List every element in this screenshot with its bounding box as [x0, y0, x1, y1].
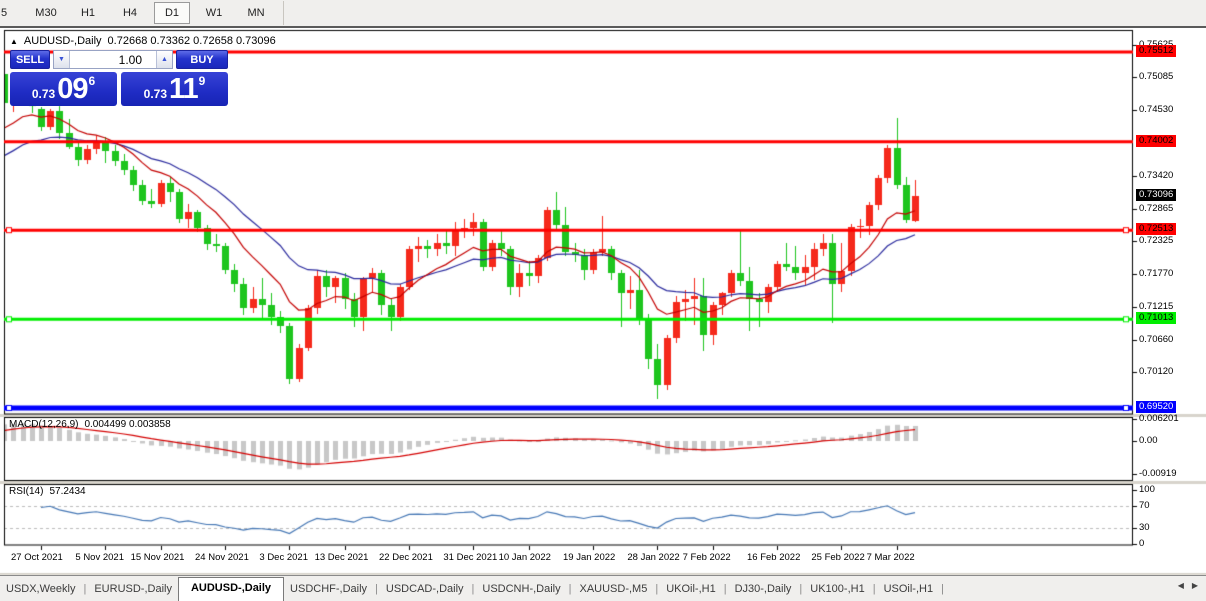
chart-ohlc-values: 0.72668 0.73362 0.72658 0.73096: [107, 35, 276, 47]
date-axis-label: 15 Nov 2021: [130, 552, 185, 563]
mt4-window: 5 M30 H1 H4 D1 W1 MN ▲ AUDUSD-,Daily 0.72668 0…: [0, 0, 1206, 601]
tabs-scroll-left-icon[interactable]: ◀: [1178, 581, 1184, 590]
timeframe-button-m30[interactable]: M30: [28, 2, 64, 24]
hline-price-badge: 0.69520: [1136, 401, 1177, 413]
macd-axis-tick: 0.00: [1139, 435, 1158, 446]
tab-separator: |: [568, 583, 572, 595]
hline-price-badge: 0.72513: [1136, 223, 1177, 236]
date-axis-label: 27 Oct 2021: [11, 552, 63, 563]
tab-ukoil-h1[interactable]: UKOil-,H1: [660, 579, 722, 601]
rsi-label: RSI(14): [9, 486, 44, 497]
timeframe-button-5[interactable]: 5: [0, 2, 22, 24]
tab-usdcad-daily[interactable]: USDCAD-,Daily: [380, 579, 470, 601]
rsi-axis-tick: 30: [1139, 521, 1150, 533]
tab-usdchf-daily[interactable]: USDCHF-,Daily: [284, 579, 373, 601]
volume-decrease-icon[interactable]: ▼: [54, 51, 70, 68]
sell-price-pips: 09: [57, 73, 88, 105]
macd-label: MACD(12,26,9): [9, 419, 79, 430]
rsi-axis-tick: 70: [1139, 500, 1150, 512]
collapse-panel-icon[interactable]: ▲: [10, 37, 18, 46]
timeframe-button-h4[interactable]: H4: [112, 2, 148, 24]
hline-price-badge: 0.75512: [1136, 45, 1177, 57]
price-axis-tick: 0.72865: [1139, 203, 1174, 215]
tab-uk100-h1[interactable]: UK100-,H1: [804, 579, 870, 601]
tab-separator: |: [83, 583, 87, 595]
hline-price-badge: 0.71013: [1136, 312, 1177, 325]
timeframe-button-w1[interactable]: W1: [196, 2, 232, 24]
price-axis-tick: 0.70660: [1139, 334, 1174, 346]
tab-separator: |: [723, 583, 727, 595]
buy-price-pips: 11: [169, 73, 199, 105]
rsi-axis-tick: 0: [1139, 538, 1145, 549]
date-axis-label: 16 Feb 2022: [747, 552, 801, 563]
tab-audusd-daily[interactable]: AUDUSD-,Daily: [177, 577, 285, 601]
timeframe-button-mn[interactable]: MN: [238, 2, 274, 24]
buy-price-point: 9: [198, 74, 206, 88]
date-axis-label: 28 Jan 2022: [627, 552, 680, 563]
price-axis-tick: 0.72325: [1139, 235, 1174, 247]
hline-price-badge: 0.74002: [1136, 134, 1177, 147]
date-axis-label: 31 Dec 2021: [443, 552, 498, 563]
rsi-axis-tick: 100: [1139, 484, 1155, 495]
date-axis-label: 13 Dec 2021: [314, 552, 369, 563]
tab-dj30-daily[interactable]: DJ30-,Daily: [729, 579, 798, 601]
date-axis-label: 25 Feb 2022: [811, 552, 865, 563]
toolbar-separator: [283, 1, 284, 25]
tab-separator: |: [872, 583, 876, 595]
date-axis-label: 19 Jan 2022: [563, 552, 616, 563]
timeframe-button-h1[interactable]: H1: [70, 2, 106, 24]
date-axis-label: 5 Nov 2021: [75, 552, 124, 563]
tab-eurusd-daily[interactable]: EURUSD-,Daily: [88, 579, 178, 601]
date-axis-label: 24 Nov 2021: [195, 552, 249, 563]
one-click-trading-panel: SELL ▼ ▲ BUY 0.73 09 6 0.73 11 9: [10, 50, 228, 106]
tab-separator: |: [655, 583, 659, 595]
rsi-value: 57.2434: [49, 486, 86, 497]
timeframe-button-d1[interactable]: D1: [154, 2, 190, 24]
macd-axis-tick: -0.00919: [1139, 467, 1177, 479]
price-axis-tick: 0.75085: [1139, 71, 1174, 83]
date-axis-label: 22 Dec 2021: [379, 552, 433, 563]
date-axis-label: 7 Feb 2022: [682, 552, 731, 563]
tab-xauusd-m5[interactable]: XAUUSD-,M5: [573, 579, 653, 601]
tab-separator: |: [799, 583, 803, 595]
date-axis-label: 10 Jan 2022: [498, 552, 551, 563]
macd-indicator-label: MACD(12,26,9) 0.004499 0.003858: [9, 419, 171, 430]
tab-separator: |: [471, 583, 475, 595]
timeframe-toolbar: 5 M30 H1 H4 D1 W1 MN: [0, 0, 1206, 28]
sell-price-point: 6: [88, 74, 96, 88]
chart-symbol-title: AUDUSD-,Daily: [23, 35, 102, 47]
tab-usdx-weekly[interactable]: USDX,Weekly: [0, 579, 81, 601]
price-axis-tick: 0.71215: [1139, 301, 1174, 313]
buy-button[interactable]: BUY: [176, 50, 228, 69]
price-axis-tick: 0.73420: [1139, 170, 1174, 182]
sell-price-display[interactable]: 0.73 09 6: [10, 72, 117, 106]
date-axis-label: 7 Mar 2022: [866, 552, 915, 563]
macd-values: 0.004499 0.003858: [84, 419, 171, 430]
symbol-tabs-bar: USDX,Weekly | EURUSD-,Daily AUDUSD-,Daily US…: [0, 575, 1206, 601]
current-price-badge: 0.73096: [1136, 188, 1177, 201]
tab-separator: |: [375, 583, 378, 595]
tab-usoil-h1[interactable]: USOil-,H1: [878, 579, 940, 601]
date-axis-label: 3 Dec 2021: [259, 552, 308, 563]
price-axis-tick: 0.71770: [1139, 268, 1174, 280]
tab-separator: |: [941, 583, 944, 595]
price-axis-tick: 0.74530: [1139, 104, 1174, 116]
macd-axis-tick: 0.006201: [1139, 413, 1179, 424]
sell-price-prefix: 0.73: [31, 87, 56, 101]
sell-button[interactable]: SELL: [10, 50, 50, 69]
tab-usdcnh-daily[interactable]: USDCNH-,Daily: [476, 579, 566, 601]
tabs-scroll-arrows: ◀ ▶: [1178, 581, 1198, 590]
volume-input[interactable]: [70, 51, 156, 68]
rsi-indicator-label: RSI(14) 57.2434: [9, 486, 86, 497]
chart-title-row: ▲ AUDUSD-,Daily 0.72668 0.73362 0.72658 …: [10, 35, 276, 47]
price-axis-tick: 0.70120: [1139, 366, 1174, 378]
volume-stepper: ▼ ▲: [53, 50, 173, 69]
buy-price-display[interactable]: 0.73 11 9: [121, 72, 228, 106]
tabs-scroll-right-icon[interactable]: ▶: [1192, 581, 1198, 590]
buy-price-prefix: 0.73: [143, 87, 167, 101]
volume-increase-icon[interactable]: ▲: [156, 51, 172, 68]
